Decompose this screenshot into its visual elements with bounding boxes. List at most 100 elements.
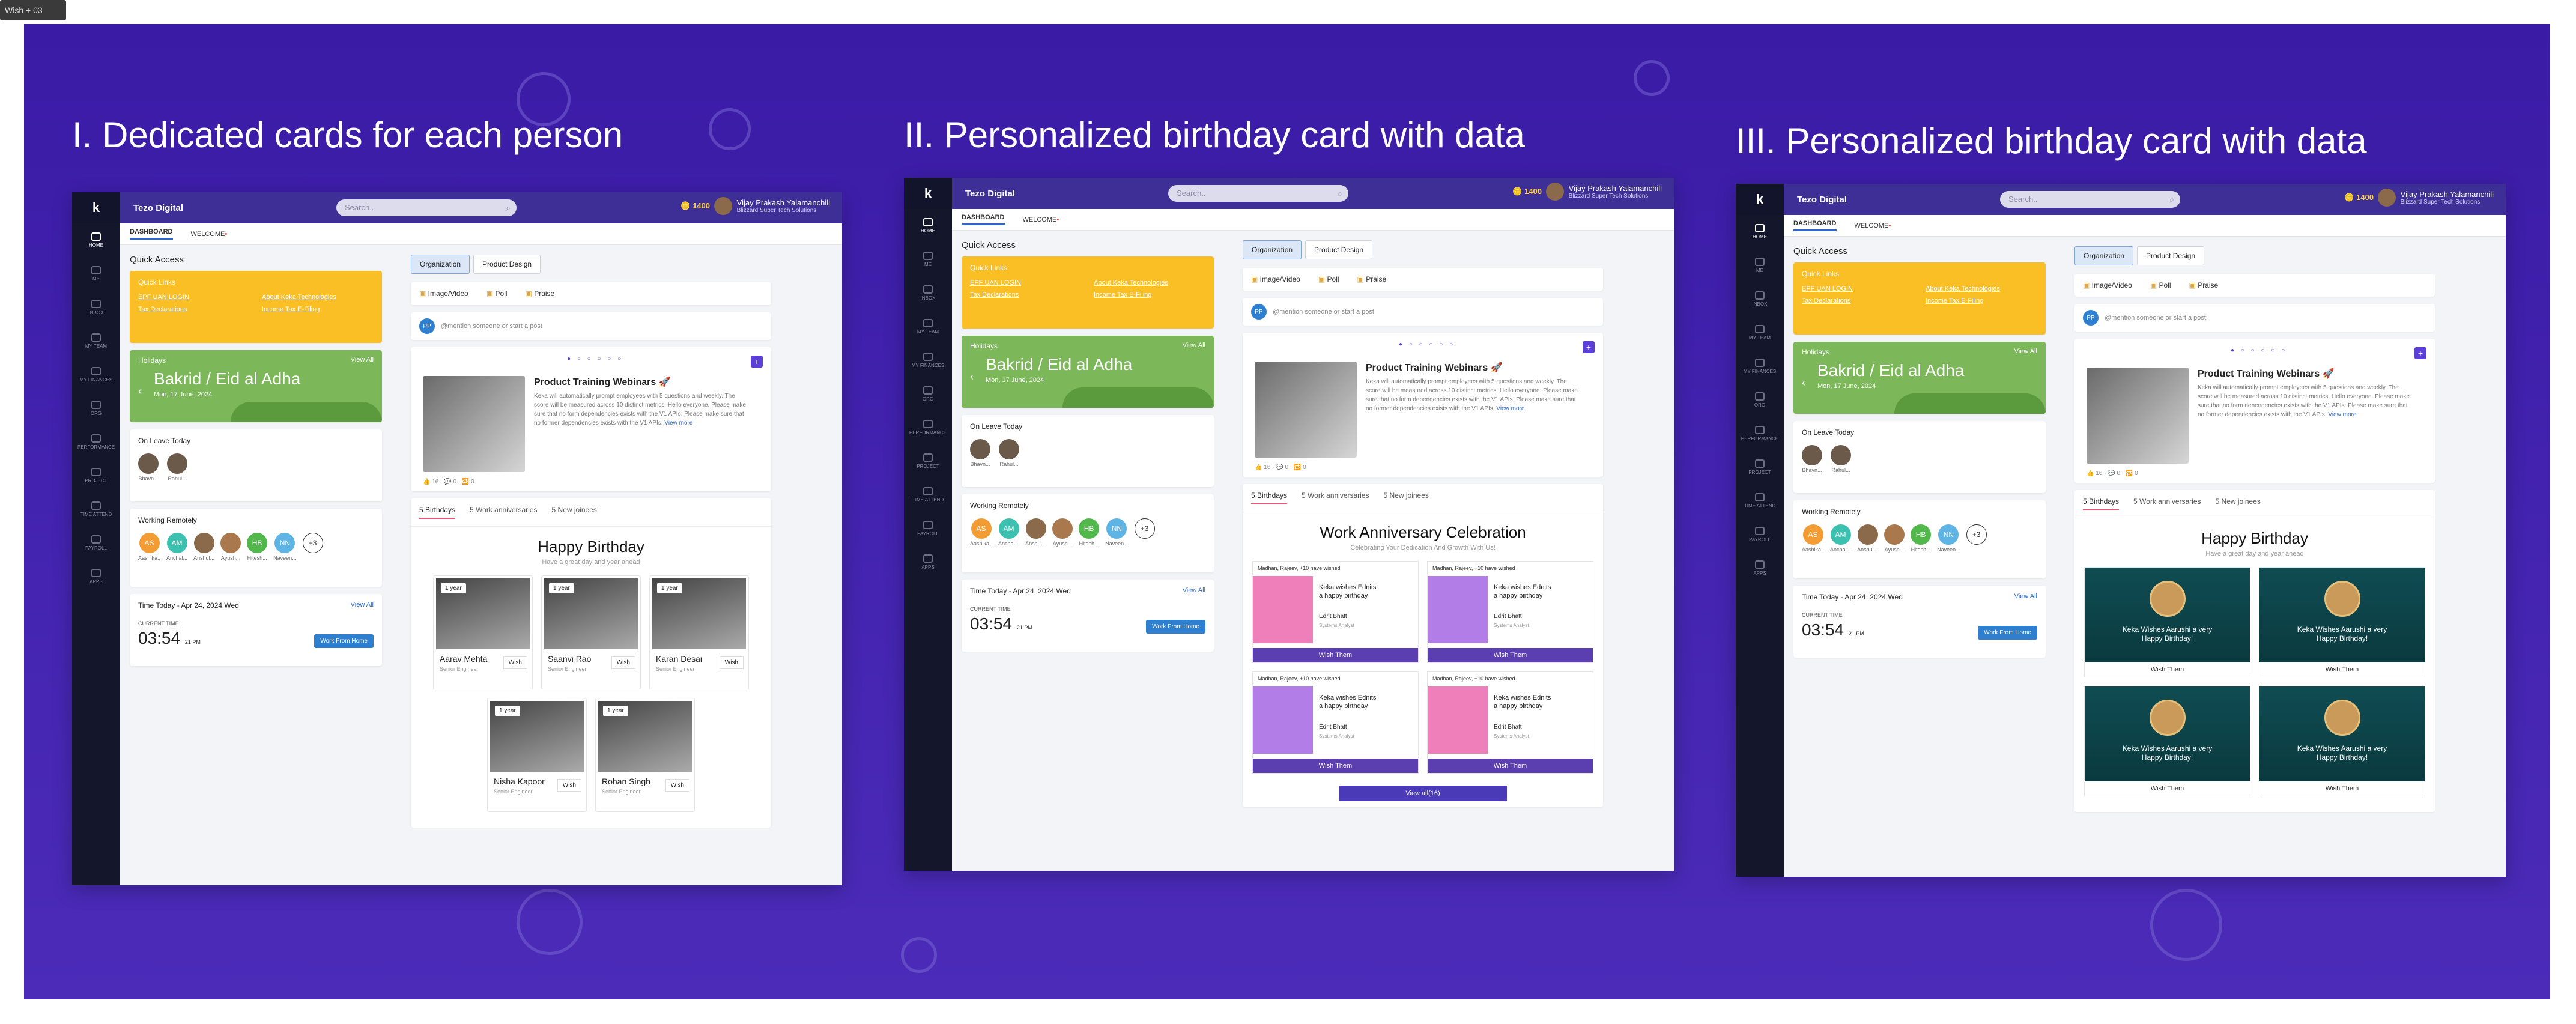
tab-organization[interactable]: Organization <box>411 255 470 274</box>
person[interactable]: Bhavn... <box>138 453 159 482</box>
sidebar-item-home[interactable]: HOME <box>72 223 120 257</box>
quick-link[interactable]: Tax Declarations <box>970 291 1082 298</box>
person[interactable]: AS Aashika.. <box>1802 524 1824 553</box>
sidebar-item-org[interactable]: ORG <box>72 392 120 425</box>
person[interactable]: Bhavn... <box>1802 445 1822 473</box>
tab-celebration-2[interactable]: 5 New joinees <box>1384 491 1429 504</box>
add-icon[interactable]: + <box>751 356 763 368</box>
post-action-image[interactable]: ▣ Image/Video <box>2083 281 2132 289</box>
view-all-link[interactable]: View All <box>1183 587 1205 594</box>
chevron-left-icon[interactable]: ‹ <box>970 371 974 383</box>
tab-product-design[interactable]: Product Design <box>1305 240 1373 259</box>
search-input[interactable]: Search.. ⌕ <box>2000 191 2180 208</box>
tab-dashboard[interactable]: DASHBOARD <box>130 228 173 240</box>
post-action-poll[interactable]: ▣ Poll <box>1318 275 1339 283</box>
person[interactable]: AM Anchal... <box>998 518 1019 547</box>
sidebar-item-time-attend[interactable]: TIME ATTEND <box>72 492 120 526</box>
coins-badge[interactable]: 🪙 1400 <box>2344 193 2374 202</box>
quick-link[interactable]: About Keka Technologies <box>262 294 374 301</box>
post-action-praise[interactable]: ▣ Praise <box>526 289 555 298</box>
sidebar-item-performance[interactable]: PERFORMANCE <box>1736 417 1784 450</box>
person[interactable]: Ayush... <box>1884 524 1905 553</box>
post-action-praise[interactable]: ▣ Praise <box>1357 275 1387 283</box>
coins-badge[interactable]: 🪙 1400 <box>680 201 710 211</box>
sidebar-item-home[interactable]: HOME <box>904 209 952 243</box>
quick-link[interactable]: Income Tax E-Filing <box>262 306 374 313</box>
tab-welcome[interactable]: WELCOME• <box>1023 216 1059 223</box>
sidebar-item-project[interactable]: PROJECT <box>72 459 120 492</box>
sidebar-item-my-finances[interactable]: MY FINANCES <box>904 344 952 377</box>
user-profile[interactable]: Vijay Prakash Yalamanchili Blizzard Super… <box>1545 183 1662 201</box>
quick-link[interactable]: EPF UAN LOGIN <box>138 294 250 301</box>
person[interactable]: HB Hitesh... <box>247 533 268 561</box>
tab-celebration-1[interactable]: 5 Work anniversaries <box>470 506 538 519</box>
sidebar-item-home[interactable]: HOME <box>1736 215 1784 249</box>
wish-them-button[interactable]: Wish Them <box>2085 785 2250 792</box>
wish-them-button[interactable]: Wish Them <box>2259 785 2425 792</box>
carousel-dots[interactable]: ● ○ ○ ○ ○ ○ <box>1399 341 1455 348</box>
tab-celebration-1[interactable]: 5 Work anniversaries <box>2133 497 2201 510</box>
person[interactable]: Bhavn... <box>970 439 990 467</box>
wish-them-button[interactable]: Wish Them <box>1428 759 1593 773</box>
sidebar-item-inbox[interactable]: INBOX <box>904 276 952 310</box>
wish-button[interactable]: Wish <box>503 656 527 669</box>
wish-button[interactable]: Wish <box>557 779 581 792</box>
tab-celebration-2[interactable]: 5 New joinees <box>2216 497 2261 510</box>
search-input[interactable]: Search.. ⌕ <box>336 199 517 216</box>
quick-link[interactable]: Income Tax E-Filing <box>1926 297 2037 304</box>
sidebar-item-apps[interactable]: APPS <box>1736 551 1784 585</box>
person[interactable]: Ayush... <box>1052 518 1073 547</box>
tab-dashboard[interactable]: DASHBOARD <box>1793 220 1837 231</box>
mention-box[interactable]: PP @mention someone or start a post <box>411 312 771 340</box>
post-action-image[interactable]: ▣ Image/Video <box>1251 275 1300 283</box>
sidebar-item-payroll[interactable]: PAYROLL <box>72 526 120 560</box>
chevron-left-icon[interactable]: ‹ <box>1802 377 1805 389</box>
tab-celebration-1[interactable]: 5 Work anniversaries <box>1302 491 1369 504</box>
coins-badge[interactable]: 🪙 1400 <box>1512 187 1542 196</box>
work-from-home-button[interactable]: Work From Home <box>1146 620 1205 634</box>
user-profile[interactable]: Vijay Prakash Yalamanchili Blizzard Super… <box>714 197 830 215</box>
company-switcher[interactable]: Tezo Digital <box>133 203 183 213</box>
work-from-home-button[interactable]: Work From Home <box>314 634 374 648</box>
company-switcher[interactable]: Tezo Digital <box>1797 195 1847 205</box>
tab-celebration-0[interactable]: 5 Birthdays <box>419 506 456 519</box>
sidebar-item-my-team[interactable]: MY TEAM <box>72 324 120 358</box>
person[interactable]: NN Naveen... <box>1937 524 1960 553</box>
post-action-poll[interactable]: ▣ Poll <box>486 289 508 298</box>
view-all-link[interactable]: View All <box>2014 593 2037 600</box>
person[interactable]: Anshul... <box>1857 524 1878 553</box>
app-logo[interactable]: k <box>1736 184 1784 215</box>
sidebar-item-performance[interactable]: PERFORMANCE <box>904 411 952 444</box>
view-all-link[interactable]: View All <box>351 356 374 363</box>
view-more-link[interactable]: View more <box>2328 411 2356 418</box>
person[interactable]: AS Aashika.. <box>138 533 160 561</box>
view-more-link[interactable]: View more <box>664 420 692 426</box>
sidebar-item-me[interactable]: ME <box>904 243 952 276</box>
wish-them-button[interactable]: Wish Them <box>2259 666 2425 673</box>
sidebar-item-my-finances[interactable]: MY FINANCES <box>72 358 120 392</box>
sidebar-item-my-team[interactable]: MY TEAM <box>1736 316 1784 350</box>
wish-button[interactable]: Wish <box>719 656 744 669</box>
person[interactable]: Rahul... <box>999 439 1019 467</box>
wish-them-button[interactable]: Wish Them <box>2085 666 2250 673</box>
sidebar-item-org[interactable]: ORG <box>1736 383 1784 417</box>
tab-organization[interactable]: Organization <box>2074 246 2134 265</box>
wish-them-button[interactable]: Wish Them <box>1253 648 1418 662</box>
person[interactable]: Rahul... <box>167 453 187 482</box>
quick-link[interactable]: Tax Declarations <box>138 306 250 313</box>
user-profile[interactable]: Vijay Prakash Yalamanchili Blizzard Super… <box>2377 189 2494 207</box>
sidebar-item-time-attend[interactable]: TIME ATTEND <box>904 478 952 512</box>
person[interactable]: Anshul... <box>193 533 214 561</box>
wish-them-button[interactable]: Wish Them <box>1428 648 1593 662</box>
wish-button[interactable]: Wish <box>665 779 689 792</box>
person[interactable]: HB Hitesh... <box>1911 524 1932 553</box>
person[interactable]: +3 <box>302 533 323 561</box>
person[interactable]: AM Anchal... <box>166 533 187 561</box>
person[interactable]: AM Anchal... <box>1830 524 1851 553</box>
post-action-image[interactable]: ▣ Image/Video <box>419 289 468 298</box>
tab-dashboard[interactable]: DASHBOARD <box>962 214 1005 225</box>
person[interactable]: +3 <box>1966 524 1987 553</box>
wish-button[interactable]: Wish <box>611 656 635 669</box>
person[interactable]: NN Naveen... <box>273 533 297 561</box>
view-all-link[interactable]: View All <box>1183 342 1205 349</box>
